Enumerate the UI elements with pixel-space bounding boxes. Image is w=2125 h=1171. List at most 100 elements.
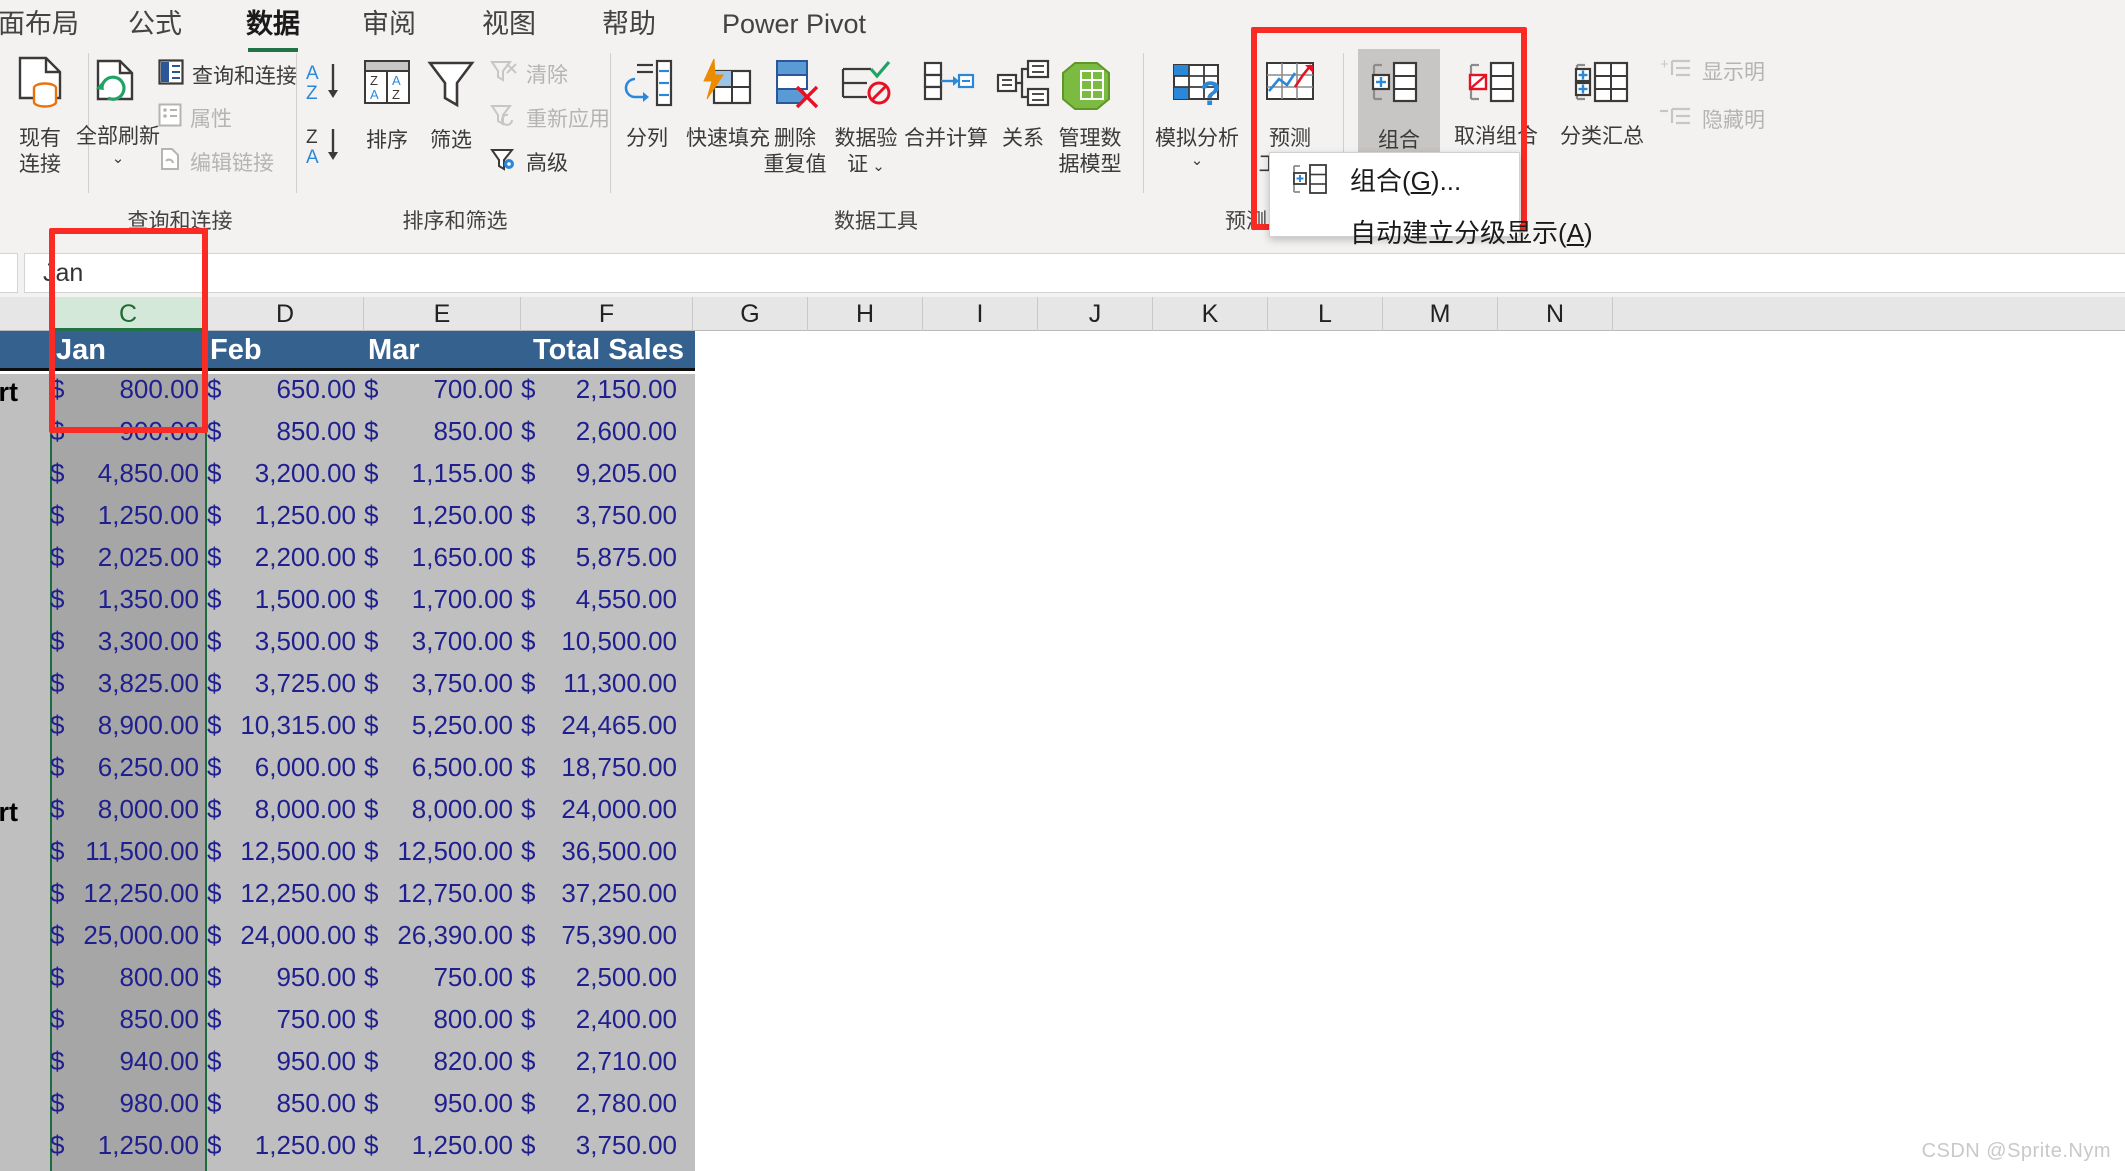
cell-feb[interactable]: $12,500.00 <box>207 836 364 866</box>
cell-mar[interactable]: $5,250.00 <box>364 710 521 740</box>
cell-total[interactable]: $24,000.00 <box>521 794 685 824</box>
cell-total[interactable]: $3,750.00 <box>521 1130 685 1160</box>
group-dropdown-menu[interactable]: 组合(G)... 自动建立分级显示(A) <box>1269 152 1593 248</box>
cell-mar[interactable]: $1,155.00 <box>364 458 521 488</box>
column-header-l[interactable]: L <box>1268 297 1383 331</box>
cell-jan[interactable]: $3,300.00 <box>50 626 207 656</box>
sort-button[interactable]: Z A A Z 排序 <box>350 57 424 154</box>
what-if-analysis-button[interactable]: ? 模拟分析 ⌄ <box>1150 57 1244 168</box>
cell-mar[interactable]: $3,750.00 <box>364 668 521 698</box>
name-box[interactable] <box>0 253 18 293</box>
remove-duplicates-button[interactable]: 删除 重复值 <box>760 57 830 178</box>
cell-jan[interactable]: $8,900.00 <box>50 710 207 740</box>
cell-feb[interactable]: $950.00 <box>207 962 364 992</box>
tab-help[interactable]: 帮助 <box>590 2 668 46</box>
cell-jan[interactable]: $850.00 <box>50 1004 207 1034</box>
cell-feb[interactable]: $3,200.00 <box>207 458 364 488</box>
tab-data[interactable]: 数据 <box>234 2 312 52</box>
refresh-all-button[interactable]: 全部刷新 ⌄ <box>70 57 166 166</box>
cell-total[interactable]: $5,875.00 <box>521 542 685 572</box>
tab-formulas[interactable]: 公式 <box>116 2 194 46</box>
table-row[interactable]: $2,025.00 $2,200.00 $1,650.00 $5,875.00 <box>0 542 700 572</box>
cell-feb[interactable]: $1,500.00 <box>207 584 364 614</box>
column-header-e[interactable]: E <box>364 297 521 331</box>
table-row[interactable]: $12,250.00 $12,250.00 $12,750.00 $37,250.00 <box>0 878 700 908</box>
cell-mar[interactable]: $3,700.00 <box>364 626 521 656</box>
table-row[interactable]: $25,000.00 $24,000.00 $26,390.00 $75,390.00 <box>0 920 700 950</box>
cell-feb[interactable]: $750.00 <box>207 1004 364 1034</box>
cell-mar[interactable]: $850.00 <box>364 416 521 446</box>
cell-jan[interactable]: $6,250.00 <box>50 752 207 782</box>
cell-total[interactable]: $24,465.00 <box>521 710 685 740</box>
cell-total[interactable]: $3,750.00 <box>521 500 685 530</box>
table-row[interactable]: $850.00 $750.00 $800.00 $2,400.00 <box>0 1004 700 1034</box>
table-row[interactable]: $8,000.00 $8,000.00 $8,000.00 $24,000.00 <box>0 794 700 824</box>
cell-mar[interactable]: $1,650.00 <box>364 542 521 572</box>
sort-descending-button[interactable]: Z A <box>300 123 352 186</box>
cell-jan[interactable]: $800.00 <box>50 374 207 404</box>
cell-total[interactable]: $37,250.00 <box>521 878 685 908</box>
table-row[interactable]: $8,900.00 $10,315.00 $5,250.00 $24,465.00 <box>0 710 700 740</box>
cell-feb[interactable]: $3,725.00 <box>207 668 364 698</box>
cell-total[interactable]: $75,390.00 <box>521 920 685 950</box>
consolidate-button[interactable]: 合并计算 <box>900 57 992 152</box>
cell-jan[interactable]: $1,250.00 <box>50 500 207 530</box>
cell-feb[interactable]: $2,200.00 <box>207 542 364 572</box>
cell-mar[interactable]: $26,390.00 <box>364 920 521 950</box>
table-row[interactable]: $4,850.00 $3,200.00 $1,155.00 $9,205.00 <box>0 458 700 488</box>
cell-mar[interactable]: $820.00 <box>364 1046 521 1076</box>
subtotal-button[interactable]: 分类汇总 <box>1552 59 1652 150</box>
column-header-g[interactable]: G <box>693 297 808 331</box>
cell-jan[interactable]: $25,000.00 <box>50 920 207 950</box>
table-row[interactable]: $3,825.00 $3,725.00 $3,750.00 $11,300.00 <box>0 668 700 698</box>
cell-jan[interactable]: $800.00 <box>50 962 207 992</box>
column-header-n[interactable]: N <box>1498 297 1613 331</box>
advanced-filter-button[interactable]: 高级 <box>490 147 568 177</box>
cell-mar[interactable]: $750.00 <box>364 962 521 992</box>
manage-data-model-button[interactable]: 管理数 据模型 <box>1052 57 1128 178</box>
cell-jan[interactable]: $8,000.00 <box>50 794 207 824</box>
cell-feb[interactable]: $1,250.00 <box>207 500 364 530</box>
cell-total[interactable]: $36,500.00 <box>521 836 685 866</box>
tab-power-pivot[interactable]: Power Pivot <box>710 2 878 46</box>
cell-mar[interactable]: $6,500.00 <box>364 752 521 782</box>
table-row[interactable]: $800.00 $650.00 $700.00 $2,150.00 <box>0 374 700 404</box>
table-row[interactable]: $6,250.00 $6,000.00 $6,500.00 $18,750.00 <box>0 752 700 782</box>
tab-page-layout[interactable]: 面布局 <box>0 2 91 46</box>
cell-feb[interactable]: $10,315.00 <box>207 710 364 740</box>
relationships-button[interactable]: 关系 <box>992 57 1054 152</box>
column-header-h[interactable]: H <box>808 297 923 331</box>
table-row[interactable]: $11,500.00 $12,500.00 $12,500.00 $36,500.00 <box>0 836 700 866</box>
column-header-k[interactable]: K <box>1153 297 1268 331</box>
cell-mar[interactable]: $1,700.00 <box>364 584 521 614</box>
refresh-all-chevron-down-icon[interactable]: ⌄ <box>70 151 166 166</box>
formula-bar-input[interactable]: Jan <box>24 253 2125 293</box>
cell-total[interactable]: $18,750.00 <box>521 752 685 782</box>
cell-jan[interactable]: $1,350.00 <box>50 584 207 614</box>
data-validation-chevron-down-icon[interactable]: ⌄ <box>868 158 885 175</box>
cell-feb[interactable]: $950.00 <box>207 1046 364 1076</box>
cell-total[interactable]: $2,150.00 <box>521 374 685 404</box>
cell-total[interactable]: $2,780.00 <box>521 1088 685 1118</box>
cell-feb[interactable]: $850.00 <box>207 416 364 446</box>
cell-jan[interactable]: $900.00 <box>50 416 207 446</box>
cell-feb[interactable]: $1,250.00 <box>207 1130 364 1160</box>
cell-jan[interactable]: $12,250.00 <box>50 878 207 908</box>
sort-ascending-button[interactable]: A Z <box>300 59 352 128</box>
cell-jan[interactable]: $4,850.00 <box>50 458 207 488</box>
cell-mar[interactable]: $1,250.00 <box>364 500 521 530</box>
table-row[interactable]: $800.00 $950.00 $750.00 $2,500.00 <box>0 962 700 992</box>
table-row[interactable]: $1,250.00 $1,250.00 $1,250.00 $3,750.00 <box>0 500 700 530</box>
column-header-d[interactable]: D <box>207 297 364 331</box>
text-to-columns-button[interactable]: 分列 <box>616 57 678 152</box>
cell-total[interactable]: $11,300.00 <box>521 668 685 698</box>
cell-mar[interactable]: $8,000.00 <box>364 794 521 824</box>
menu-item-group[interactable]: 组合(G)... <box>1270 153 1519 205</box>
table-row[interactable]: $1,250.00 $1,250.00 $1,250.00 $3,750.00 <box>0 1130 700 1160</box>
cell-feb[interactable]: $6,000.00 <box>207 752 364 782</box>
cell-mar[interactable]: $950.00 <box>364 1088 521 1118</box>
cell-feb[interactable]: $12,250.00 <box>207 878 364 908</box>
queries-connections-button[interactable]: 查询和连接 <box>158 59 297 91</box>
cell-total[interactable]: $9,205.00 <box>521 458 685 488</box>
filter-button[interactable]: 筛选 <box>420 57 482 154</box>
